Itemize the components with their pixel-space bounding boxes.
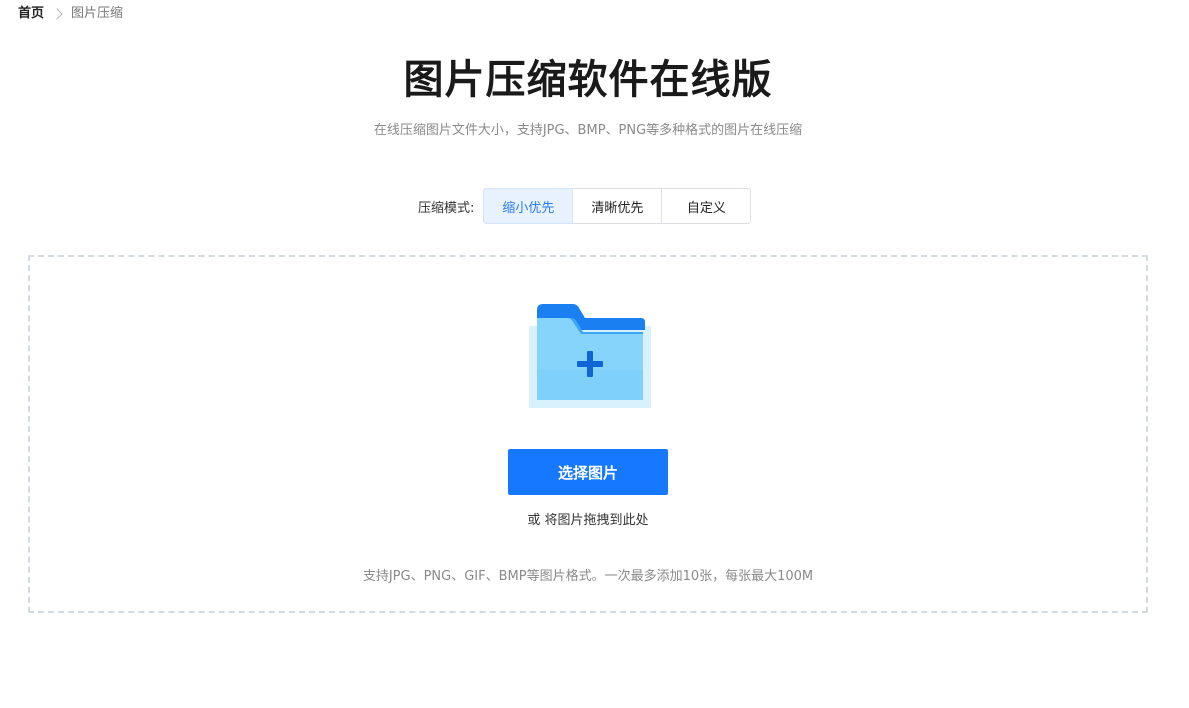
compression-mode-options: 缩小优先 清晰优先 自定义 bbox=[483, 188, 752, 224]
compression-mode-selector: 压缩模式: 缩小优先 清晰优先 自定义 bbox=[418, 188, 752, 224]
folder-plus-icon bbox=[529, 304, 651, 408]
breadcrumb: 首页 图片压缩 bbox=[18, 5, 123, 23]
mode-option-clarity-first[interactable]: 清晰优先 bbox=[572, 188, 663, 224]
supported-formats-note: 支持JPG、PNG、GIF、BMP等图片格式。一次最多添加10张，每张最大100… bbox=[362, 569, 814, 584]
page-title: 图片压缩软件在线版 bbox=[403, 57, 773, 103]
select-image-button[interactable]: 选择图片 bbox=[508, 449, 668, 495]
breadcrumb-current: 图片压缩 bbox=[71, 6, 124, 21]
drop-hint: 或 将图片拖拽到此处 bbox=[527, 513, 649, 528]
page-subtitle: 在线压缩图片文件大小，支持JPG、BMP、PNG等多种格式的图片在线压缩 bbox=[373, 123, 803, 138]
mode-option-custom[interactable]: 自定义 bbox=[661, 188, 752, 224]
mode-option-shrink-first[interactable]: 缩小优先 bbox=[483, 188, 574, 224]
breadcrumb-home-link[interactable]: 首页 bbox=[18, 5, 44, 23]
upload-drop-zone[interactable]: 选择图片 或 将图片拖拽到此处 支持JPG、PNG、GIF、BMP等图片格式。一… bbox=[28, 255, 1148, 613]
compression-mode-label: 压缩模式: bbox=[418, 200, 475, 216]
chevron-right-icon bbox=[51, 8, 63, 20]
